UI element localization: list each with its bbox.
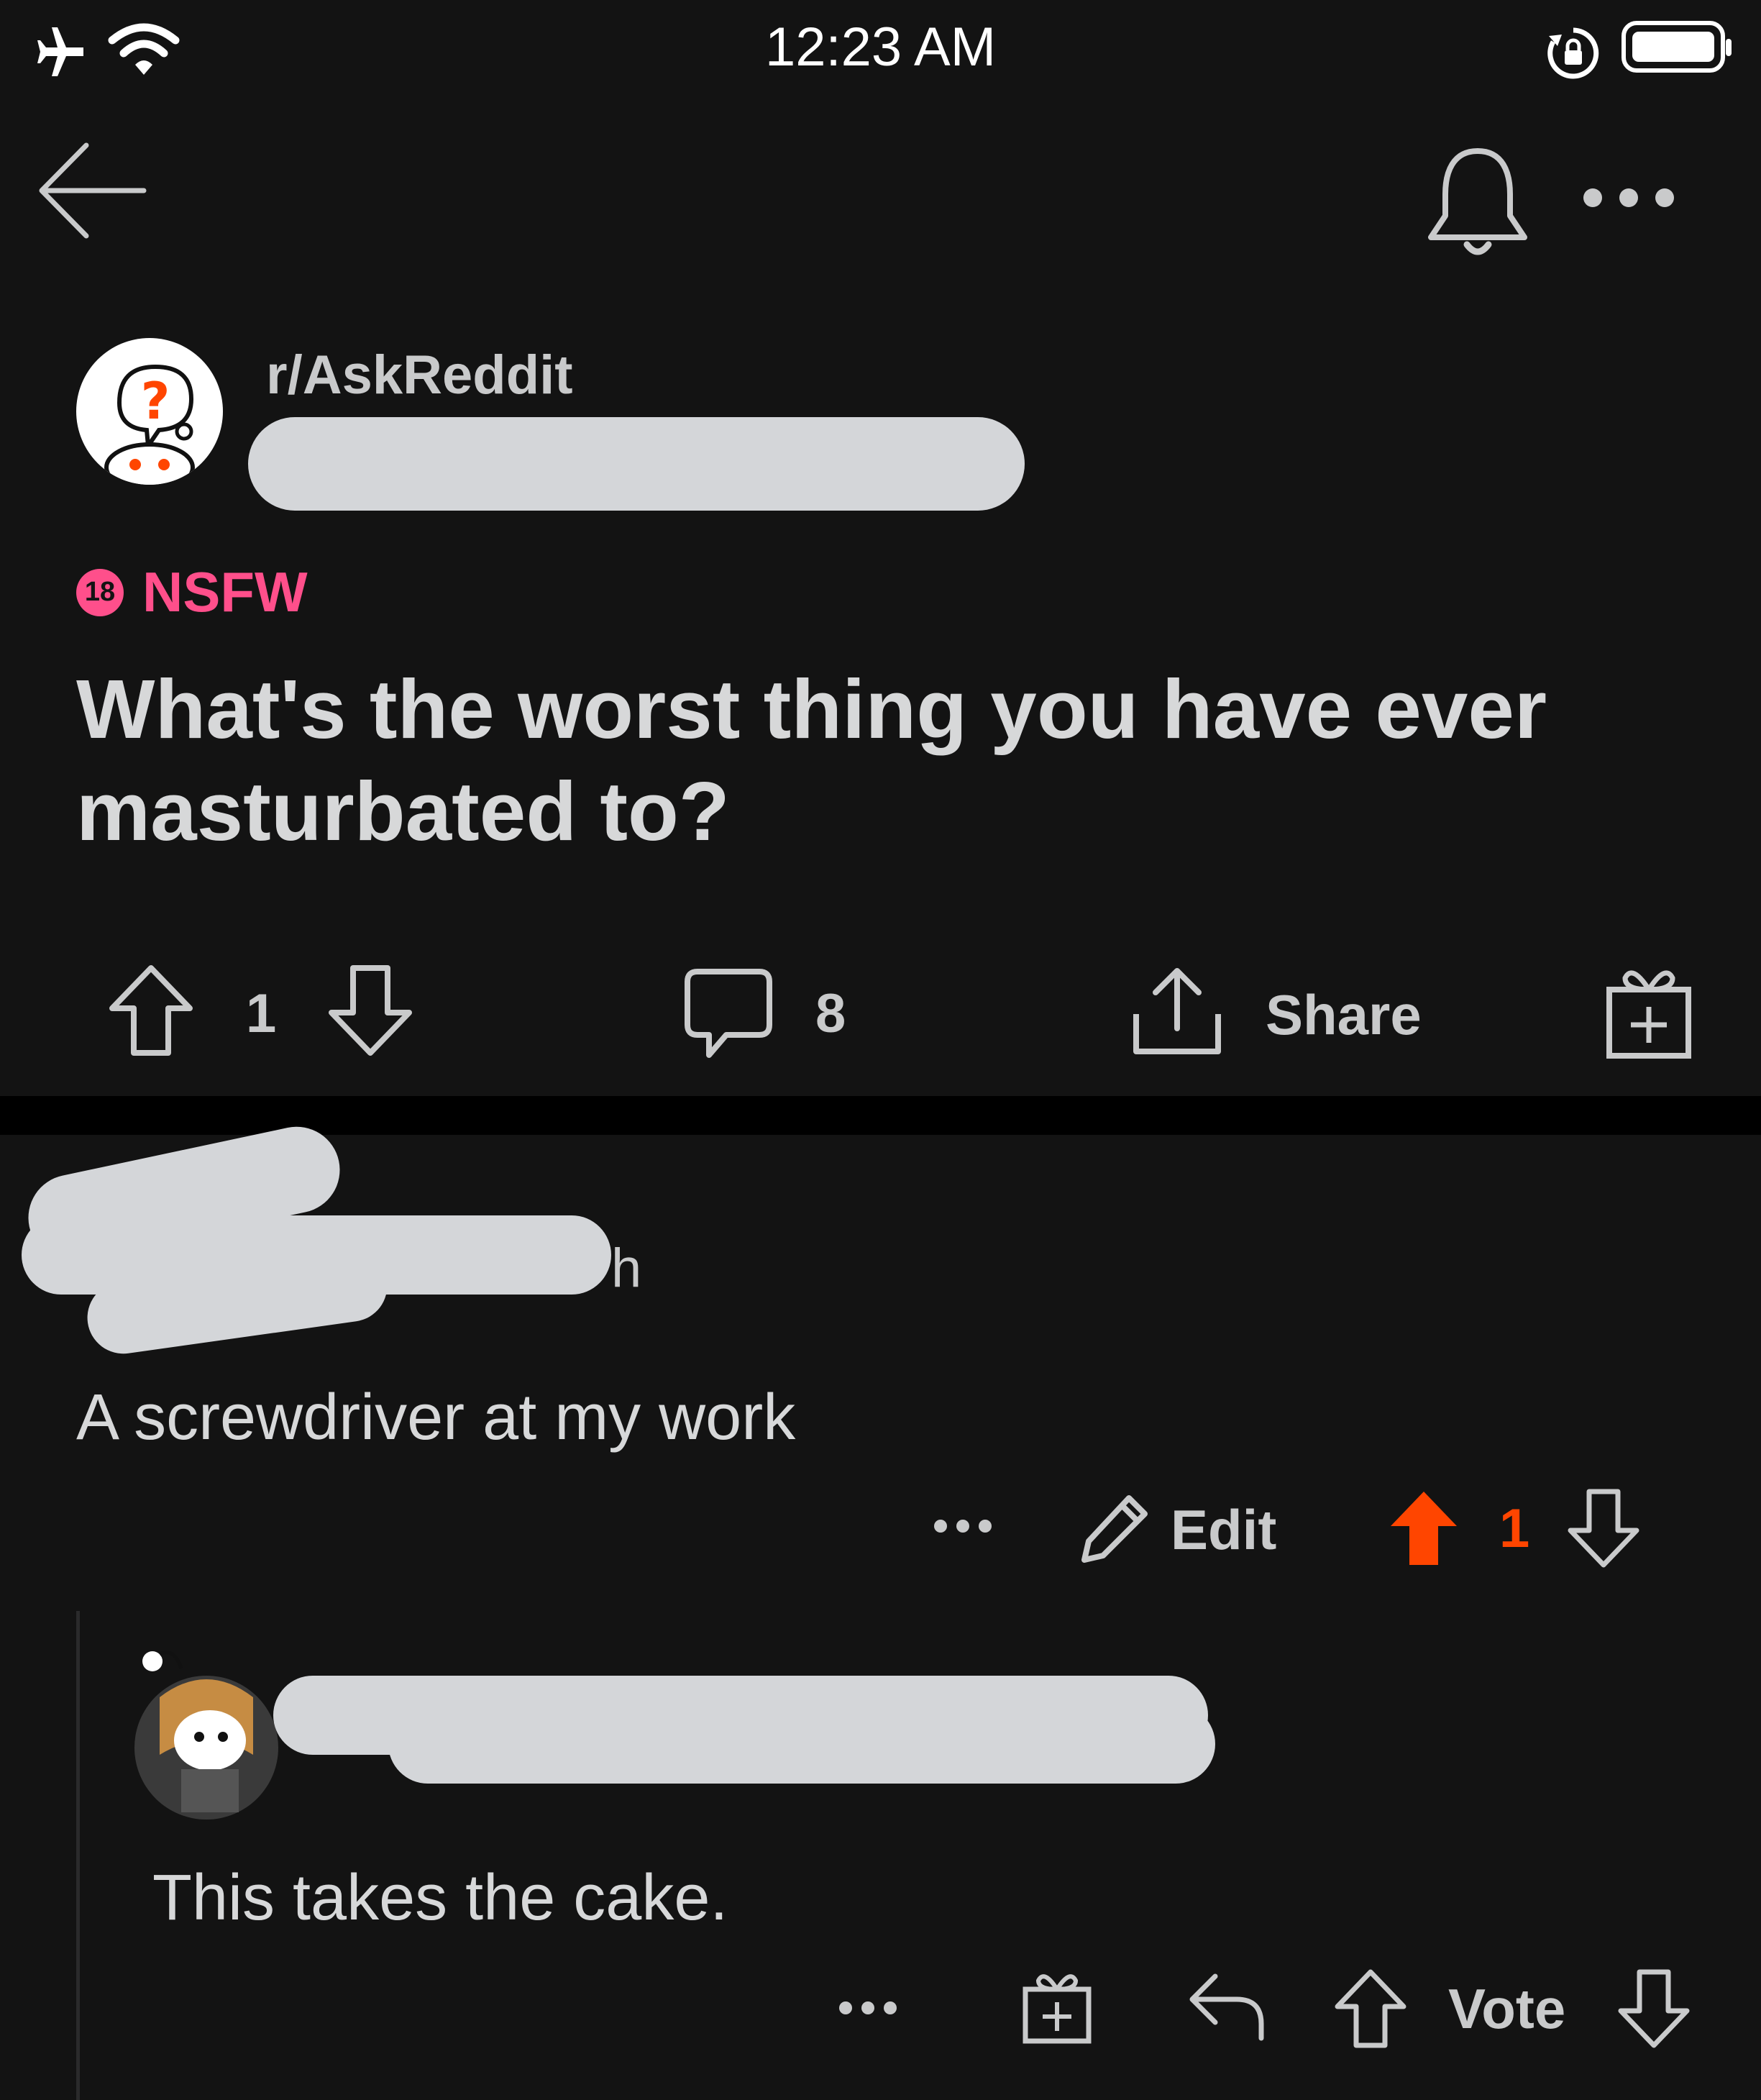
award-gift-icon[interactable] xyxy=(1604,964,1694,1060)
post-score: 1 xyxy=(246,983,277,1044)
subreddit-name[interactable]: r/AskReddit xyxy=(266,344,573,406)
share-label[interactable]: Share xyxy=(1266,982,1422,1048)
vote-label: Vote xyxy=(1448,1977,1566,2040)
more-options-icon[interactable] xyxy=(1582,187,1675,209)
snoo-avatar-icon xyxy=(134,1651,278,1820)
post-title[interactable]: What's the worst thing you have ever mas… xyxy=(76,658,1694,862)
comment-downvote-icon[interactable] xyxy=(1568,1489,1639,1568)
reply-body[interactable]: This takes the cake. xyxy=(152,1861,728,1935)
reply-downvote-icon[interactable] xyxy=(1618,1969,1690,2048)
edit-label[interactable]: Edit xyxy=(1171,1497,1276,1563)
nsfw-tag: 18 NSFW xyxy=(76,560,308,625)
redacted-author-meta xyxy=(248,417,1025,511)
reply-more-icon[interactable] xyxy=(838,1999,897,2017)
share-icon[interactable] xyxy=(1130,964,1224,1057)
askreddit-icon: ? xyxy=(104,364,195,485)
comment-body[interactable]: A screwdriver at my work xyxy=(76,1381,795,1455)
upvote-icon[interactable] xyxy=(108,964,194,1057)
back-arrow-icon[interactable] xyxy=(36,137,151,245)
comment-time-suffix: h xyxy=(611,1238,642,1299)
bell-icon[interactable] xyxy=(1424,144,1532,259)
orientation-lock-icon xyxy=(1547,27,1599,79)
redacted-reply-meta xyxy=(388,1704,1215,1784)
subreddit-avatar[interactable]: ? xyxy=(76,338,223,485)
comment-score: 1 xyxy=(1499,1498,1530,1559)
upvoted-icon[interactable] xyxy=(1388,1489,1460,1568)
status-bar: 12:23 AM xyxy=(0,0,1761,101)
reply-avatar[interactable] xyxy=(131,1647,282,1820)
comment-count: 8 xyxy=(815,983,846,1044)
comment-icon[interactable] xyxy=(683,967,774,1061)
reply-upvote-icon[interactable] xyxy=(1335,1969,1406,2048)
edit-pencil-icon[interactable] xyxy=(1079,1492,1151,1564)
nsfw-18-badge: 18 xyxy=(76,568,124,616)
section-divider xyxy=(0,1096,1761,1135)
thread-line xyxy=(76,1611,80,2100)
comment-more-icon[interactable] xyxy=(933,1517,992,1535)
battery-icon xyxy=(1622,21,1732,73)
reply-arrow-icon[interactable] xyxy=(1186,1971,1266,2042)
svg-text:?: ? xyxy=(141,372,170,431)
downvote-icon[interactable] xyxy=(327,964,413,1057)
status-time: 12:23 AM xyxy=(764,17,997,78)
nsfw-label: NSFW xyxy=(142,560,308,624)
reply-award-gift-icon[interactable] xyxy=(1021,1969,1093,2045)
